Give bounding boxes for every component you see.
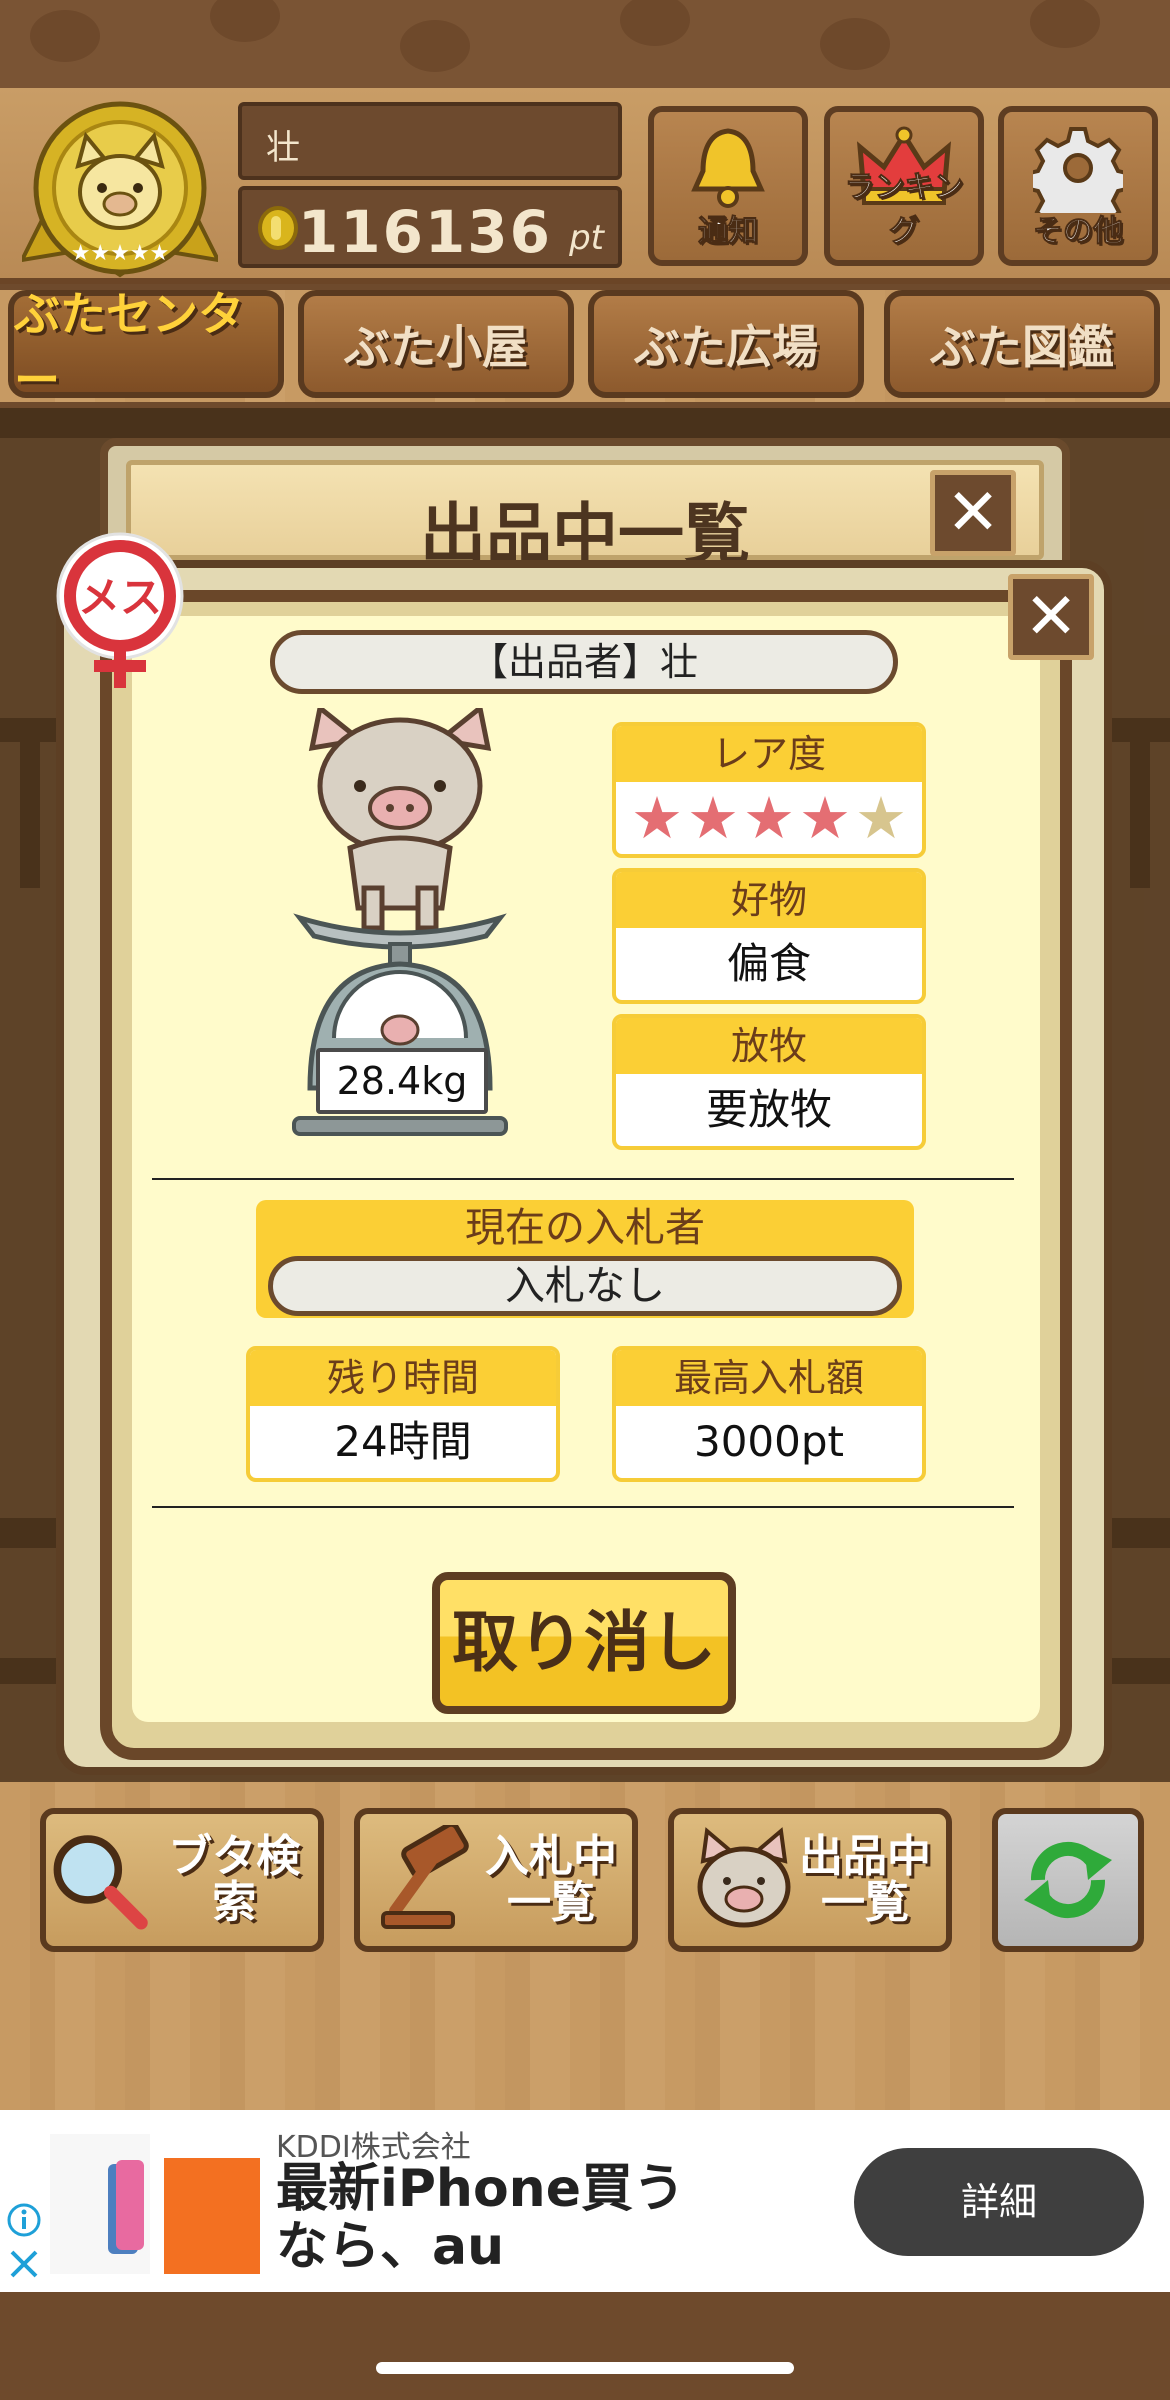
favorite-label: 好物 — [616, 872, 922, 928]
gear-icon — [1033, 126, 1123, 213]
pig-search-button[interactable]: ブタ検索 — [40, 1808, 324, 1952]
home-indicator[interactable] — [376, 2362, 794, 2374]
pig-on-scale-illustration: 28.4kg — [290, 703, 510, 1140]
points-unit: pt — [569, 218, 604, 258]
listing-window-close-button[interactable]: ✕ — [930, 470, 1016, 556]
other-label: その他 — [1033, 214, 1124, 250]
rarity-label: レア度 — [616, 726, 922, 782]
grazing-box: 放牧 要放牧 — [612, 1014, 926, 1150]
close-icon[interactable] — [8, 2248, 40, 2280]
bell-icon — [691, 127, 765, 208]
seller-name-bar: 【出品者】壮 — [270, 630, 898, 694]
player-rank-medal-icon[interactable]: ★★★★★ — [18, 100, 222, 280]
header-bar: ★★★★★ 壮 116136 pt 通知 ランキング その他 — [0, 88, 1170, 284]
top-background — [0, 0, 1170, 90]
grazing-value: 要放牧 — [705, 1085, 832, 1134]
pig-search-label: ブタ検索 — [168, 1831, 301, 1928]
star-icon: ★ — [799, 784, 851, 852]
star-icon: ★ — [743, 784, 795, 852]
notification-button[interactable]: 通知 — [648, 106, 808, 266]
other-button[interactable]: その他 — [998, 106, 1158, 266]
gender-text: メス — [78, 573, 162, 622]
listing-list-label: 出品中 一覧 — [799, 1831, 931, 1928]
ranking-button[interactable]: ランキング — [824, 106, 984, 266]
favorite-value: 偏食 — [726, 939, 811, 988]
listing-window-titlebar: 出品中一覧 — [126, 460, 1044, 573]
star-icon: ★ — [855, 784, 907, 852]
refresh-button[interactable] — [992, 1808, 1144, 1952]
time-label: 残り時間 — [250, 1350, 556, 1406]
max-bid-box: 最高入札額 3000pt — [612, 1346, 926, 1482]
divider — [152, 1178, 1014, 1180]
tab-buta-hiroba[interactable]: ぶた広場 — [588, 290, 864, 398]
favorite-food-box: 好物 偏食 — [612, 868, 926, 1004]
maxbid-value: 3000pt — [693, 1417, 844, 1466]
star-icon: ★ — [687, 784, 739, 852]
refresh-icon — [1024, 1841, 1112, 1919]
bidder-label: 現在の入札者 — [465, 1205, 705, 1251]
cancel-listing-button[interactable]: 取り消し — [432, 1572, 736, 1714]
tab-buta-center[interactable]: ぶたセンター — [8, 287, 284, 407]
tab-buta-koya[interactable]: ぶた小屋 — [298, 290, 574, 398]
weight-display: 28.4kg — [316, 1048, 488, 1114]
rarity-stars: ★ ★ ★ ★ ★ — [616, 782, 922, 854]
magnifier-icon — [53, 1835, 148, 1930]
gavel-icon — [381, 1825, 469, 1929]
modal-close-button[interactable]: ✕ — [1008, 574, 1094, 660]
time-value: 24時間 — [334, 1417, 472, 1466]
close-icon: ✕ — [946, 476, 1000, 550]
bidding-list-label: 入札中 一覧 — [485, 1831, 617, 1928]
ad-title: 最新iPhone買うなら、au — [276, 2159, 685, 2277]
ad-detail-button[interactable]: 詳細 — [854, 2148, 1144, 2256]
svg-text:★★★★★: ★★★★★ — [71, 241, 170, 266]
pig-face-icon — [697, 1827, 791, 1928]
tab-buta-zukan[interactable]: ぶた図鑑 — [884, 290, 1160, 398]
remaining-time-box: 残り時間 24時間 — [246, 1346, 560, 1482]
ad-image — [50, 2134, 260, 2274]
action-bar: ブタ検索 入札中 一覧 出品中 一覧 — [0, 1782, 1170, 2112]
points-display: 116136 pt — [238, 186, 622, 268]
female-gender-badge: メス — [50, 532, 190, 692]
main-tabs: ぶたセンター ぶた小屋 ぶた広場 ぶた図鑑 — [0, 287, 1170, 407]
notification-label: 通知 — [698, 214, 759, 250]
maxbid-label: 最高入札額 — [616, 1350, 922, 1406]
close-icon: ✕ — [1024, 580, 1078, 654]
current-bidder-box: 現在の入札者 入札なし — [256, 1200, 914, 1318]
grazing-label: 放牧 — [616, 1018, 922, 1074]
listing-list-button[interactable]: 出品中 一覧 — [668, 1808, 952, 1952]
ad-banner[interactable]: KDDI株式会社 最新iPhone買うなら、au 詳細 — [0, 2110, 1170, 2292]
info-icon[interactable] — [6, 2202, 42, 2238]
bidder-value: 入札なし — [268, 1256, 902, 1316]
rarity-box: レア度 ★ ★ ★ ★ ★ — [612, 722, 926, 858]
coin-icon — [258, 206, 298, 250]
divider — [152, 1506, 1014, 1508]
player-name: 壮 — [238, 102, 622, 180]
ranking-label: ランキング — [844, 170, 964, 250]
bidding-list-button[interactable]: 入札中 一覧 — [354, 1808, 638, 1952]
star-icon: ★ — [631, 784, 683, 852]
points-value: 116136 — [297, 198, 552, 266]
